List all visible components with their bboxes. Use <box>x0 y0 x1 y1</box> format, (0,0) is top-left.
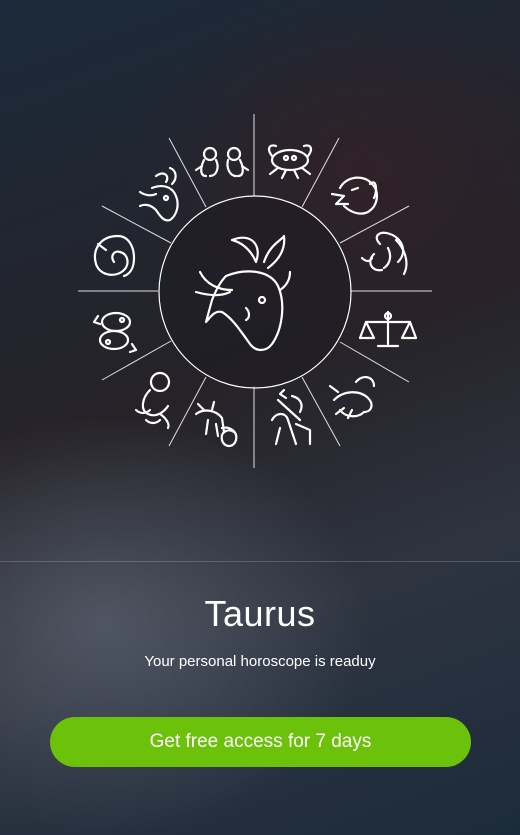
gemini-icon <box>194 146 250 178</box>
spoke-ese <box>339 341 410 383</box>
spoke-sse <box>301 376 341 447</box>
horoscope-ready-text: Your personal horoscope is readuy <box>144 653 376 670</box>
pisces-icon <box>92 311 138 354</box>
capricorn-icon <box>194 400 238 448</box>
free-access-button[interactable]: Get free access for 7 days <box>50 717 471 767</box>
spoke-wsw <box>101 340 172 381</box>
virgo-icon <box>360 231 408 276</box>
zodiac-wheel <box>78 114 432 468</box>
section-divider <box>0 561 520 562</box>
sign-title: Taurus <box>204 593 316 634</box>
leo-icon <box>330 176 378 215</box>
scorpio-icon <box>328 376 376 420</box>
center-circle <box>158 195 352 389</box>
sagittarius-icon <box>270 388 312 446</box>
taurus-icon <box>138 166 179 222</box>
zodiac-wheel-area <box>0 0 520 562</box>
aquarius-icon <box>134 371 171 430</box>
cancer-icon <box>267 144 313 180</box>
libra-icon <box>358 310 418 348</box>
aries-icon <box>93 234 136 278</box>
